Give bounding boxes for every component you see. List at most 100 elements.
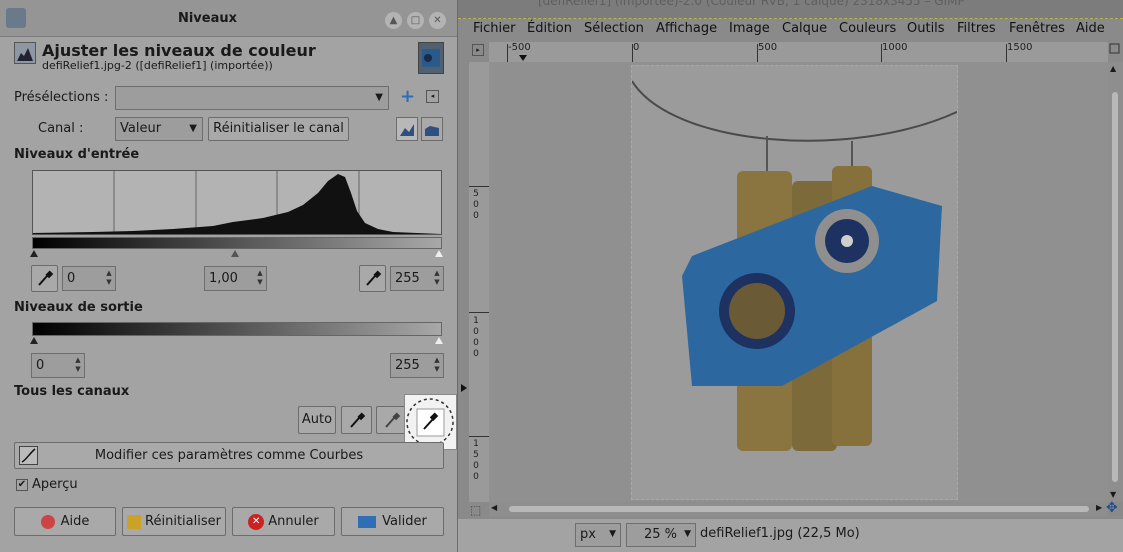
input-gamma-handle[interactable] — [231, 250, 239, 257]
dropdown-arrow-icon: ▼ — [189, 123, 197, 134]
quick-mask-menu-icon[interactable]: ▸ — [472, 44, 484, 56]
edit-as-curves-button[interactable]: Modifier ces paramètres comme Courbes — [14, 442, 444, 469]
ruler-label: 0 — [633, 42, 640, 53]
dropdown-arrow-icon: ▼ — [375, 92, 383, 103]
input-high-value: 255 — [395, 271, 420, 286]
close-icon[interactable]: ✕ — [429, 12, 446, 29]
horizontal-scroll-thumb[interactable] — [509, 506, 1089, 512]
vertical-scroll-thumb[interactable] — [1112, 92, 1118, 482]
input-high-spinbox[interactable]: 255 ▲ ▼ — [390, 266, 444, 291]
maximize-icon[interactable]: □ — [407, 12, 424, 29]
output-gradient-bar — [32, 322, 442, 336]
ruler-label: 500 — [758, 42, 778, 53]
edit-as-curves-label: Modifier ces paramètres comme Courbes — [94, 448, 364, 463]
scroll-right-icon[interactable]: ▶ — [1096, 503, 1102, 512]
output-levels-title: Niveaux de sortie — [14, 300, 143, 315]
spin-arrows-icon[interactable]: ▲ ▼ — [433, 356, 441, 374]
cancel-button[interactable]: ✕ Annuler — [232, 507, 335, 536]
menu-couleurs[interactable]: Couleurs — [839, 21, 896, 36]
spin-arrows-icon[interactable]: ▲ ▼ — [433, 269, 441, 287]
ruler-label: 1000 — [473, 316, 479, 359]
canvas-area[interactable] — [489, 62, 1108, 502]
all-channels-title: Tous les canaux — [14, 384, 130, 399]
cancel-label: Annuler — [268, 514, 319, 529]
preview-checkbox[interactable]: ✔ — [16, 479, 28, 491]
horizontal-scrollbar[interactable]: ◀ ▶ — [489, 502, 1108, 517]
unit-combo[interactable]: px ▼ — [575, 523, 621, 547]
add-preset-icon[interactable]: + — [400, 87, 415, 107]
output-low-value: 0 — [36, 358, 45, 373]
vertical-ruler: 500 1000 1500 — [461, 62, 489, 502]
ruler-pointer-icon — [461, 384, 467, 392]
help-icon — [40, 514, 55, 529]
navigate-icon[interactable]: ✥ — [1106, 500, 1118, 516]
ruler-label: 500 — [473, 189, 479, 221]
dialog-titlebar[interactable]: Niveaux ▲ □ ✕ — [0, 0, 457, 37]
window-titlebar[interactable]: [defiRelief1] (importée)-2.0 (Couleur RV… — [458, 0, 1123, 19]
input-levels-title: Niveaux d'entrée — [14, 147, 140, 162]
spin-arrows-icon[interactable]: ▲ ▼ — [74, 356, 82, 374]
output-low-handle[interactable] — [30, 337, 38, 344]
pick-black-all-button[interactable] — [341, 406, 372, 434]
output-low-spinbox[interactable]: 0 ▲ ▼ — [31, 353, 85, 378]
linear-histogram-icon[interactable] — [396, 117, 418, 141]
help-label: Aide — [60, 514, 90, 529]
pick-black-point-button[interactable] — [31, 265, 58, 292]
menu-fichier[interactable]: Fichier — [473, 21, 516, 36]
menu-image[interactable]: Image — [729, 21, 770, 36]
preset-menu-icon[interactable]: ◂ — [426, 90, 439, 103]
unit-value: px — [580, 527, 596, 542]
menu-outils[interactable]: Outils — [907, 21, 945, 36]
menu-edition[interactable]: Édition — [527, 21, 572, 36]
reset-button[interactable]: Réinitialiser — [122, 507, 226, 536]
input-gradient-bar — [32, 237, 442, 249]
menu-affichage[interactable]: Affichage — [656, 21, 717, 36]
vertical-scrollbar[interactable]: ▲ ▼ — [1108, 62, 1123, 502]
ok-button[interactable]: Valider — [341, 507, 444, 536]
shade-icon[interactable]: ▲ — [385, 12, 402, 29]
ok-arrow-icon — [358, 515, 377, 528]
menu-filtres[interactable]: Filtres — [957, 21, 996, 36]
reset-label: Réinitialiser — [145, 514, 221, 529]
reset-channel-button[interactable]: Réinitialiser le canal — [208, 117, 349, 141]
help-button[interactable]: Aide — [14, 507, 116, 536]
input-high-handle[interactable] — [435, 250, 443, 257]
spin-arrows-icon[interactable]: ▲ ▼ — [256, 269, 264, 287]
image-window: [defiRelief1] (importée)-2.0 (Couleur RV… — [458, 0, 1123, 552]
scroll-up-icon[interactable]: ▲ — [1110, 64, 1116, 73]
reset-icon — [127, 514, 142, 529]
channel-combo[interactable]: Valeur ▼ — [115, 117, 203, 141]
quick-mask-icon[interactable]: ⬚ — [470, 503, 481, 517]
zoom-fit-icon[interactable] — [1108, 42, 1123, 62]
scroll-down-icon[interactable]: ▼ — [1110, 490, 1116, 499]
pick-gray-all-button[interactable] — [376, 406, 407, 434]
menu-selection[interactable]: Sélection — [584, 21, 644, 36]
dialog-subheader: defiRelief1.jpg-2 ([defiRelief1] (import… — [42, 59, 273, 72]
input-gamma-spinbox[interactable]: 1,00 ▲ ▼ — [204, 266, 267, 291]
presets-label: Présélections : — [14, 90, 109, 105]
menu-aide[interactable]: Aide — [1076, 21, 1105, 36]
levels-icon — [14, 42, 36, 64]
scroll-left-icon[interactable]: ◀ — [491, 503, 497, 512]
spin-arrows-icon[interactable]: ▲ ▼ — [105, 269, 113, 287]
output-high-value: 255 — [395, 358, 420, 373]
auto-button[interactable]: Auto — [298, 406, 336, 434]
image-canvas[interactable] — [631, 65, 958, 500]
ok-label: Valider — [382, 514, 427, 529]
dropdown-arrow-icon: ▼ — [684, 529, 691, 539]
input-low-handle[interactable] — [30, 250, 38, 257]
preview-label: Aperçu — [32, 477, 78, 492]
input-low-spinbox[interactable]: 0 ▲ ▼ — [62, 266, 116, 291]
output-high-handle[interactable] — [435, 337, 443, 344]
zoom-combo[interactable]: 25 % ▼ — [626, 523, 696, 547]
ruler-label: 1500 — [1007, 42, 1033, 53]
curves-icon — [19, 446, 38, 465]
presets-combo[interactable]: ▼ — [115, 86, 389, 110]
menu-calque[interactable]: Calque — [782, 21, 827, 36]
log-histogram-icon[interactable] — [421, 117, 443, 141]
ruler-label: 1000 — [882, 42, 908, 53]
output-high-spinbox[interactable]: 255 ▲ ▼ — [390, 353, 444, 378]
pick-white-point-button[interactable] — [359, 265, 386, 292]
menu-fenetres[interactable]: Fenêtres — [1009, 21, 1065, 36]
dialog-title: Niveaux — [177, 11, 238, 26]
